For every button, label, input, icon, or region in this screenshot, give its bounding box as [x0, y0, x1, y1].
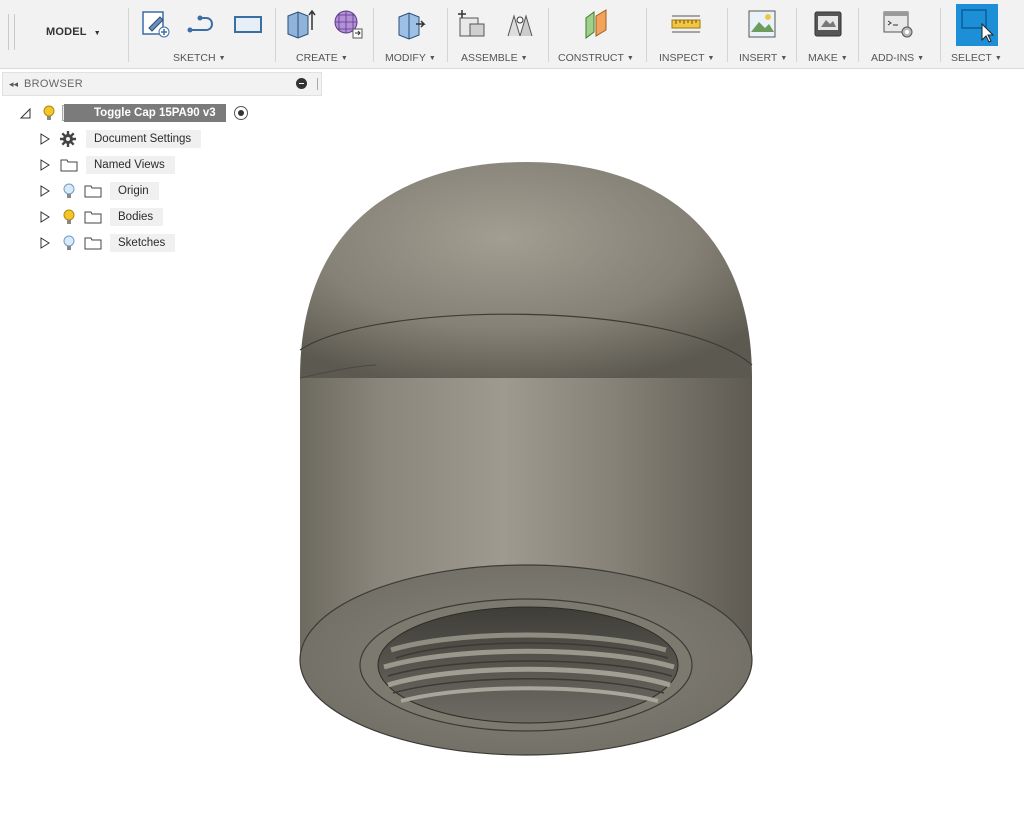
main-toolbar: MODEL ▼ SKETCH ▼ CREATE ▼ MODIFY ▼ ASSEMBLE — [0, 0, 1024, 69]
construct-menu[interactable]: CONSTRUCT ▼ — [558, 52, 634, 64]
insert-image-icon[interactable] — [746, 8, 778, 40]
panel-resize-grip[interactable] — [317, 78, 318, 90]
select-menu[interactable]: SELECT ▼ — [951, 52, 1002, 64]
browser-panel: ◂◂ BROWSER — [2, 72, 322, 96]
toolbar-separator — [727, 8, 728, 62]
line-tool-icon[interactable] — [186, 8, 218, 40]
toolbar-separator — [275, 8, 276, 62]
new-component-icon[interactable] — [456, 8, 488, 40]
collapse-panel-icon[interactable]: ◂◂ — [9, 79, 18, 90]
extrude-icon[interactable] — [284, 8, 316, 40]
toolbar-separator — [548, 8, 549, 62]
toolbar-separator — [373, 8, 374, 62]
3d-print-icon[interactable] — [812, 8, 844, 40]
workspace-label: MODEL — [46, 26, 87, 38]
offset-plane-icon[interactable] — [580, 8, 612, 40]
assemble-menu[interactable]: ASSEMBLE ▼ — [461, 52, 528, 64]
create-menu[interactable]: CREATE ▼ — [296, 52, 348, 64]
toolbar-grip[interactable] — [8, 14, 15, 50]
modify-menu[interactable]: MODIFY ▼ — [385, 52, 436, 64]
toolbar-separator — [940, 8, 941, 62]
toggle-cap-3d-model[interactable] — [296, 160, 756, 760]
scripts-addins-icon[interactable] — [882, 8, 914, 40]
make-menu[interactable]: MAKE ▼ — [808, 52, 848, 64]
addins-menu[interactable]: ADD-INS ▼ — [871, 52, 924, 64]
inspect-menu[interactable]: INSPECT ▼ — [659, 52, 714, 64]
workspace-switcher[interactable]: MODEL ▼ — [46, 26, 101, 38]
joint-icon[interactable] — [504, 8, 536, 40]
insert-menu[interactable]: INSERT ▼ — [739, 52, 787, 64]
form-icon[interactable] — [332, 8, 364, 40]
browser-title: BROWSER — [24, 78, 83, 90]
toolbar-separator — [128, 8, 129, 62]
minimize-panel-icon[interactable] — [296, 78, 307, 89]
toolbar-separator — [646, 8, 647, 62]
create-sketch-icon[interactable] — [140, 8, 172, 40]
sketch-menu[interactable]: SKETCH ▼ — [173, 52, 226, 64]
browser-header: ◂◂ BROWSER — [2, 72, 322, 96]
press-pull-icon[interactable] — [394, 8, 426, 40]
select-tool-icon[interactable] — [956, 4, 998, 46]
rectangle-tool-icon[interactable] — [232, 8, 264, 40]
toolbar-separator — [447, 8, 448, 62]
toolbar-separator — [796, 8, 797, 62]
measure-icon[interactable] — [670, 8, 702, 40]
toolbar-separator — [858, 8, 859, 62]
